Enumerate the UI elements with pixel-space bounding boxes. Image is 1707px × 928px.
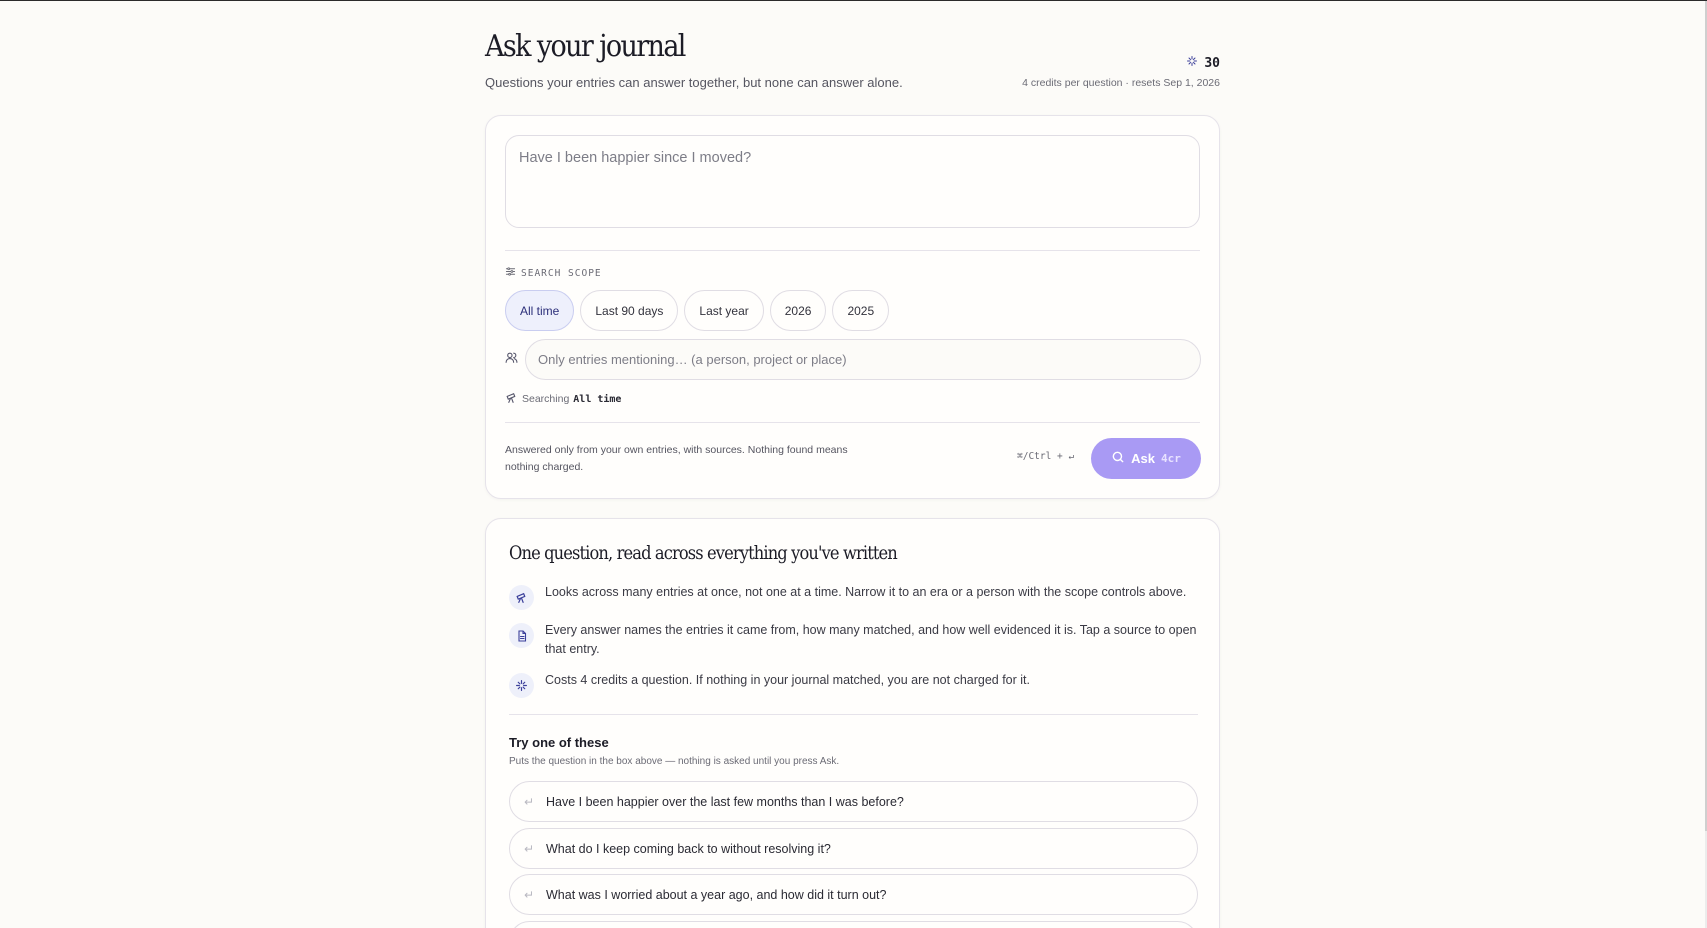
info-title: One question, read across everything you…: [509, 543, 898, 564]
ask-button-cost: 4cr: [1160, 452, 1181, 465]
credits-count: 30: [1204, 55, 1220, 71]
page-title: Ask your journal: [485, 29, 686, 64]
suggestion-text: What do I keep coming back to without re…: [546, 841, 831, 856]
mention-filter-row: [505, 339, 1201, 380]
searching-prefix: Searching: [522, 393, 570, 405]
footer-note: Answered only from your own entries, wit…: [505, 444, 848, 473]
scope-label-text: SEARCH SCOPE: [521, 267, 602, 279]
scope-chip-last-90-days[interactable]: Last 90 days: [580, 290, 679, 331]
scope-chips: All time Last 90 days Last year 2026 202…: [505, 290, 890, 331]
feature-text: Every answer names the entries it came f…: [545, 623, 1197, 656]
scope-chip-2025[interactable]: 2025: [832, 290, 890, 331]
divider: [505, 250, 1200, 251]
return-icon: ↵: [524, 841, 535, 856]
telescope-icon: [505, 391, 518, 407]
page-subtitle: Questions your entries can answer togeth…: [485, 75, 903, 90]
suggestion-text: Have I been happier over the last few mo…: [546, 794, 904, 809]
feature-item: Every answer names the entries it came f…: [509, 621, 1199, 659]
suggestion-item[interactable]: ↵ What do I keep coming back to without …: [509, 828, 1198, 869]
info-card: One question, read across everything you…: [485, 518, 1220, 928]
credits-note: 4 credits per question · resets Sep 1, 2…: [1022, 77, 1220, 89]
scope-label: SEARCH SCOPE: [505, 266, 602, 280]
credits-balance: 30: [1186, 55, 1220, 71]
telescope-icon: [509, 585, 534, 610]
people-icon: [505, 351, 518, 369]
page-header: Ask your journal Questions your entries …: [485, 1, 1220, 115]
scope-chip-all-time[interactable]: All time: [505, 290, 575, 331]
ask-card: SEARCH SCOPE All time Last 90 days Last …: [485, 115, 1220, 499]
feature-item: Looks across many entries at once, not o…: [509, 583, 1199, 610]
page: Ask your journal Questions your entries …: [485, 1, 1220, 928]
suggestion-item[interactable]: ↵ What was I worried about a year ago, a…: [509, 874, 1198, 915]
return-icon: ↵: [524, 794, 535, 809]
ask-button-label: Ask: [1131, 451, 1155, 466]
suggestion-item[interactable]: [509, 921, 1198, 928]
keyboard-shortcut-hint: ⌘/Ctrl + ↵: [1017, 451, 1075, 462]
feature-text: Looks across many entries at once, not o…: [545, 585, 1187, 599]
divider: [509, 714, 1198, 715]
suggestion-text: What was I worried about a year ago, and…: [546, 887, 887, 902]
document-icon: [509, 623, 534, 648]
divider: [505, 422, 1200, 423]
searching-status: Searching All time: [505, 391, 621, 407]
try-title: Try one of these: [509, 735, 609, 750]
sparkle-icon: [1186, 55, 1198, 71]
feature-item: Costs 4 credits a question. If nothing i…: [509, 671, 1199, 698]
ask-button[interactable]: Ask 4cr: [1091, 438, 1201, 479]
scope-chip-last-year[interactable]: Last year: [684, 290, 764, 331]
suggestion-item[interactable]: ↵ Have I been happier over the last few …: [509, 781, 1198, 822]
sliders-icon: [505, 266, 516, 280]
sparkle-icon: [509, 673, 534, 698]
scope-chip-2026[interactable]: 2026: [769, 290, 827, 331]
question-input[interactable]: [505, 135, 1200, 228]
search-icon: [1111, 450, 1125, 467]
searching-scope: All time: [573, 393, 622, 405]
return-icon: ↵: [524, 887, 535, 902]
mention-filter-input[interactable]: [525, 339, 1201, 380]
try-subtitle: Puts the question in the box above — not…: [509, 756, 840, 767]
feature-text: Costs 4 credits a question. If nothing i…: [545, 673, 1030, 687]
